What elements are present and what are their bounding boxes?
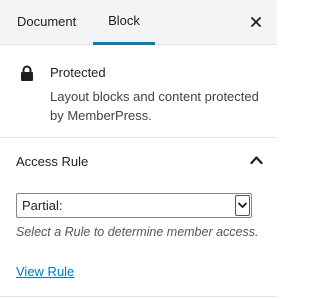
access-rule-select-value: Partial: [22,198,63,213]
access-rule-help: Select a Rule to determine member access… [16,225,259,239]
lock-icon [21,65,33,81]
tab-block[interactable]: Block [93,0,155,45]
block-card-title: Protected [50,65,106,80]
close-button[interactable] [245,11,267,33]
access-rule-panel-toggle[interactable]: Access Rule [0,138,277,186]
access-rule-select[interactable]: Partial: [16,193,252,218]
access-rule-title: Access Rule [16,154,89,169]
divider [0,296,277,297]
block-card: Protected Layout blocks and content prot… [0,45,277,138]
close-icon [251,17,261,27]
view-rule-link[interactable]: View Rule [16,264,74,280]
select-dropdown-button[interactable] [235,195,250,216]
tab-document[interactable]: Document [17,0,76,45]
chevron-down-icon [238,202,247,208]
sidebar-tab-bar: Document Block [0,0,277,45]
chevron-up-icon [250,156,263,165]
block-card-description: Layout blocks and content protected by M… [50,89,259,123]
